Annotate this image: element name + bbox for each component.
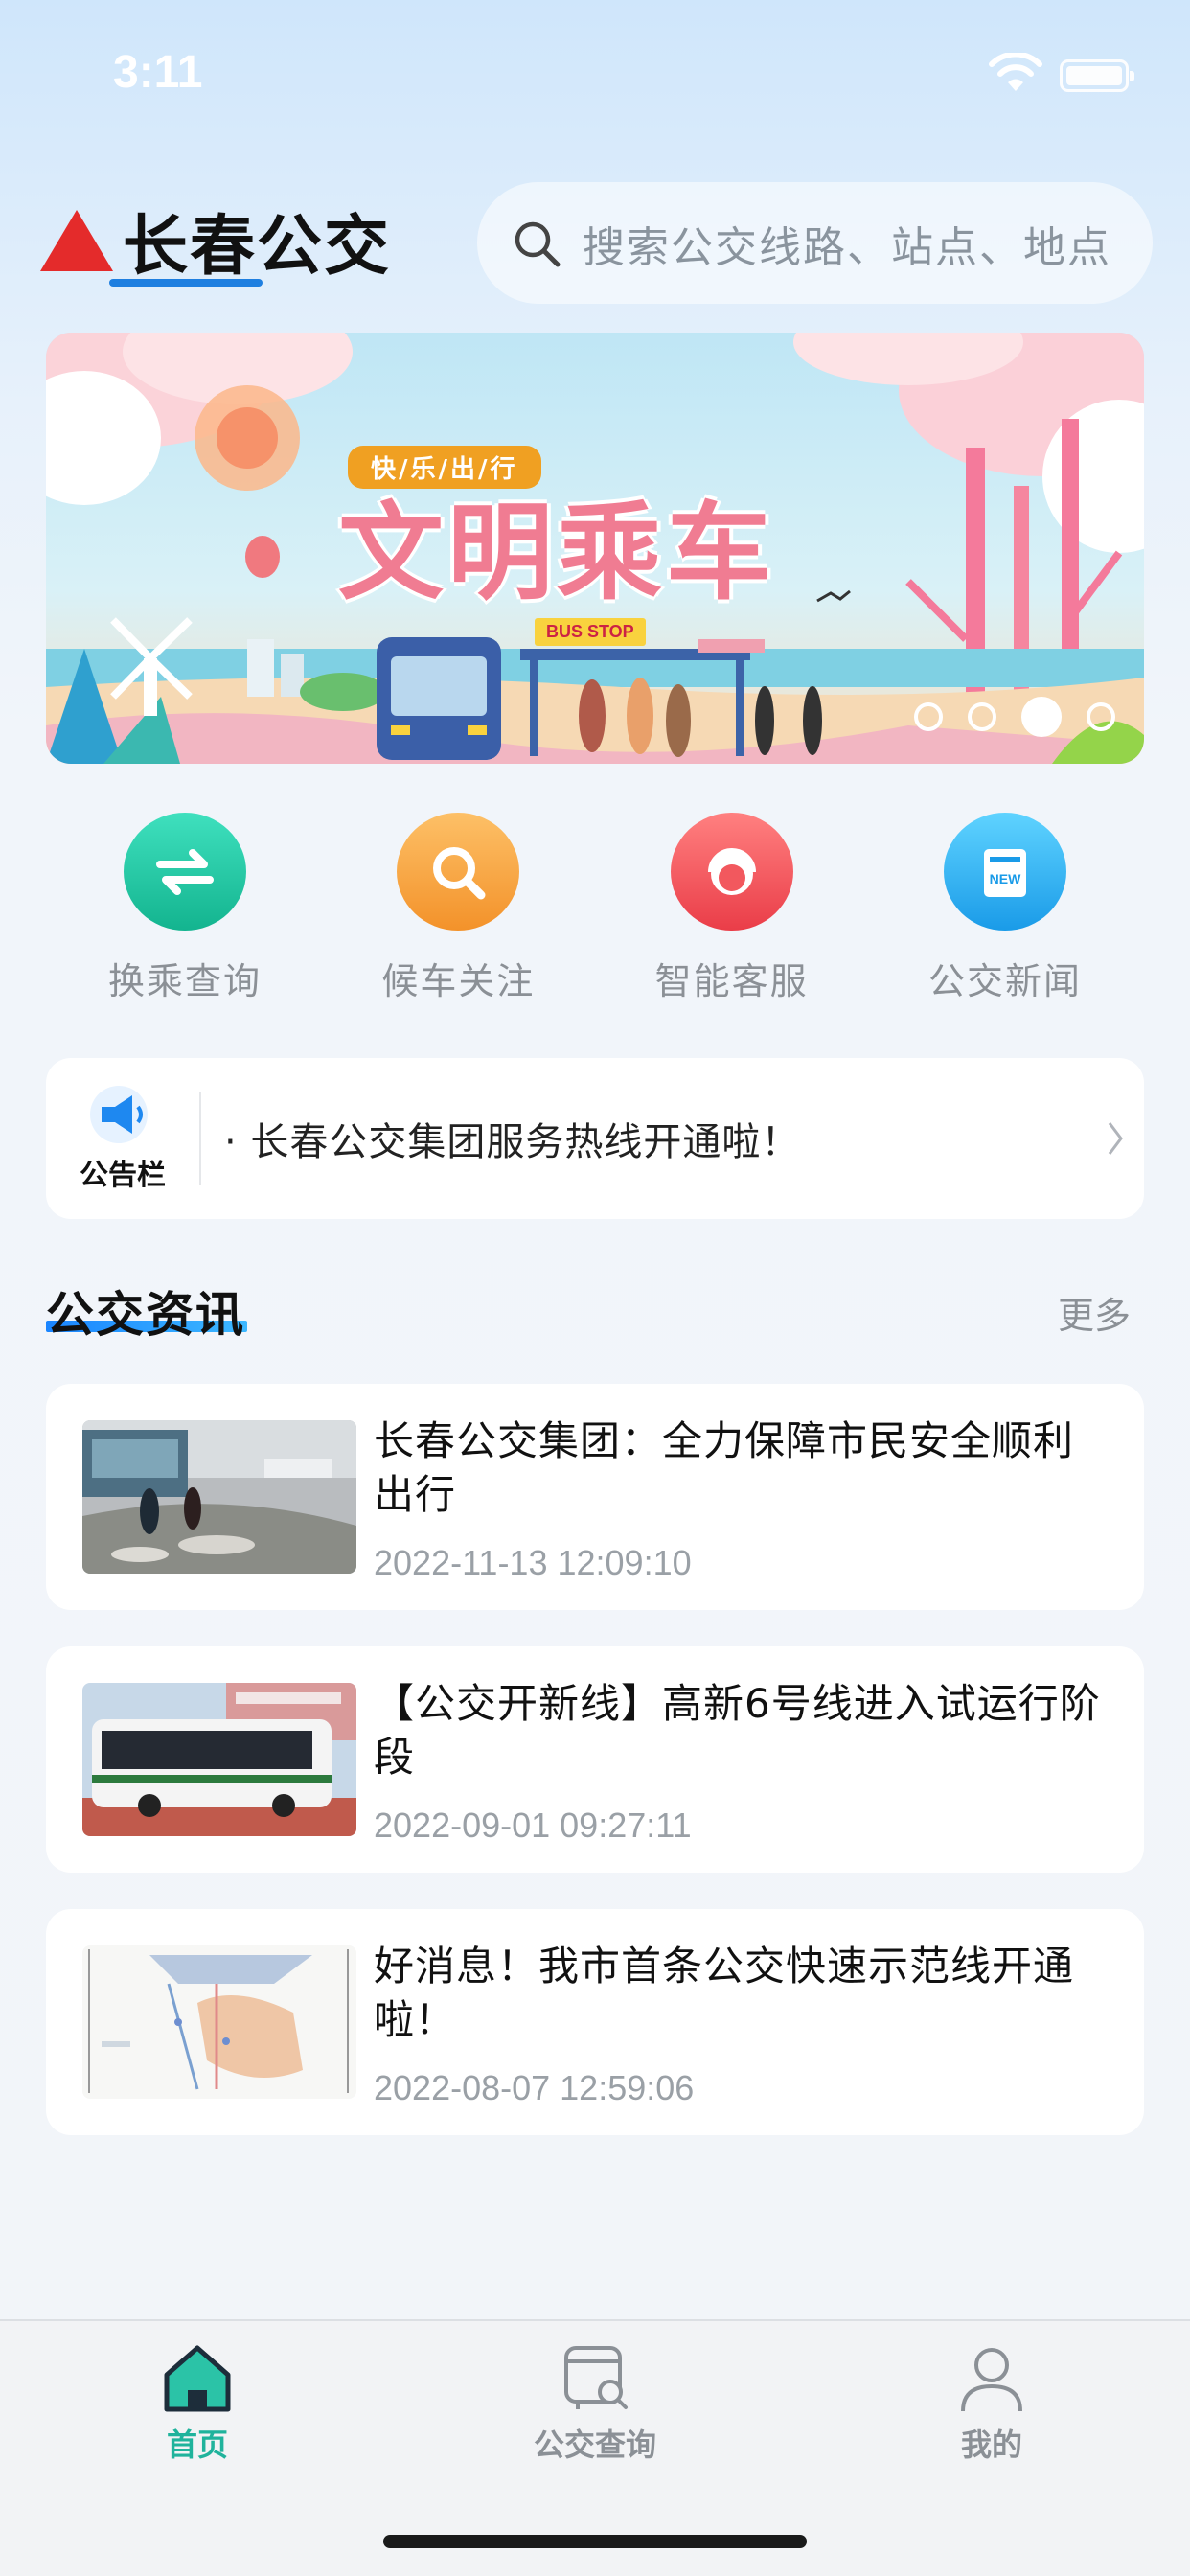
status-time: 3:11 (113, 47, 203, 98)
news-thumbnail (82, 1420, 356, 1574)
quick-action-wait[interactable]: 候车关注 (369, 813, 547, 1004)
news-title: 好消息！我市首条公交快速示范线开通啦！ (374, 1943, 1075, 2043)
logo-triangle-icon (40, 210, 113, 271)
chevron-right-icon[interactable] (1087, 1119, 1144, 1158)
quick-actions: 换乘查询 候车关注 智能客服 NEW 公交新闻 (46, 813, 1144, 1004)
bus-search-icon (564, 2346, 628, 2409)
news-thumbnail (82, 1945, 356, 2099)
customer-service-icon (670, 813, 793, 931)
news-title: 长春公交集团：全力保障市民安全顺利出行 (374, 1417, 1075, 1518)
news-item[interactable]: 好消息！我市首条公交快速示范线开通啦！ 2022-08-07 12:59:06 (46, 1909, 1144, 2135)
news-date: 2022-11-13 12:09:10 (374, 1543, 692, 1582)
section-title: 公交资讯 (46, 1287, 245, 1343)
news-thumbnail (82, 1683, 356, 1836)
carousel-dot[interactable] (968, 702, 996, 731)
svg-text:NEW: NEW (990, 871, 1021, 886)
carousel-dot[interactable] (1087, 702, 1115, 731)
carousel-indicator[interactable] (914, 697, 1115, 737)
home-indicator (383, 2535, 807, 2548)
tab-bus-search[interactable]: 公交查询 (499, 2340, 691, 2465)
status-bar: 3:11 (0, 0, 1190, 144)
news-date: 2022-08-07 12:59:06 (374, 2068, 695, 2107)
home-icon (164, 2345, 231, 2412)
news-title: 【公交开新线】高新6号线进入试运行阶段 (374, 1680, 1101, 1781)
search-icon (515, 221, 561, 266)
quick-action-label: 换乘查询 (107, 960, 262, 1002)
megaphone-icon (90, 1086, 148, 1143)
search-icon (397, 813, 520, 931)
news-item[interactable]: 长春公交集团：全力保障市民安全顺利出行 2022-11-13 12:09:10 (46, 1384, 1144, 1610)
quick-action-news[interactable]: NEW 公交新闻 (916, 813, 1094, 1004)
notice-board: 公告栏 (46, 1058, 199, 1219)
search-placeholder: 搜索公交线路、站点、地点 (583, 222, 1111, 272)
carousel-dot[interactable] (914, 702, 943, 731)
logo-underline (109, 279, 263, 287)
tab-home[interactable]: 首页 (102, 2340, 293, 2465)
app-logo: 长春公交 (38, 196, 391, 287)
news-icon: NEW (943, 813, 1066, 931)
more-link[interactable]: 更多 (1058, 1286, 1131, 1339)
quick-action-transfer[interactable]: 换乘查询 (96, 813, 274, 1004)
notice-label: 公告栏 (80, 1159, 166, 1192)
tab-profile[interactable]: 我的 (896, 2340, 1087, 2465)
carousel-dot-active[interactable] (1021, 697, 1062, 737)
quick-action-label: 候车关注 (381, 960, 536, 1002)
user-icon (961, 2348, 1022, 2412)
quick-action-service[interactable]: 智能客服 (643, 813, 821, 1004)
battery-icon (1060, 59, 1134, 92)
quick-action-label: 公交新闻 (927, 960, 1082, 1002)
tab-label: 公交查询 (533, 2426, 656, 2463)
news-date: 2022-09-01 09:27:11 (374, 1806, 692, 1845)
promo-banner[interactable]: 快/乐/出/行 文明乘车 BUS STOP (46, 333, 1144, 764)
search-input[interactable]: 搜索公交线路、站点、地点 (477, 182, 1153, 304)
notice-text[interactable]: · 长春公交集团服务热线开通啦！ (201, 1111, 1087, 1166)
bus-stop-sign: BUS STOP (535, 618, 646, 646)
wifi-icon (989, 53, 1042, 91)
news-item[interactable]: 【公交开新线】高新6号线进入试运行阶段 2022-09-01 09:27:11 (46, 1646, 1144, 1873)
notice-bar[interactable]: 公告栏 · 长春公交集团服务热线开通啦！ (46, 1058, 1144, 1219)
quick-action-label: 智能客服 (654, 960, 809, 1002)
banner-title: 文明乘车 (338, 492, 775, 614)
tab-label: 我的 (960, 2426, 1022, 2463)
transfer-icon (124, 813, 246, 931)
tab-label: 首页 (166, 2426, 228, 2463)
logo-text: 长春公交 (123, 208, 392, 285)
